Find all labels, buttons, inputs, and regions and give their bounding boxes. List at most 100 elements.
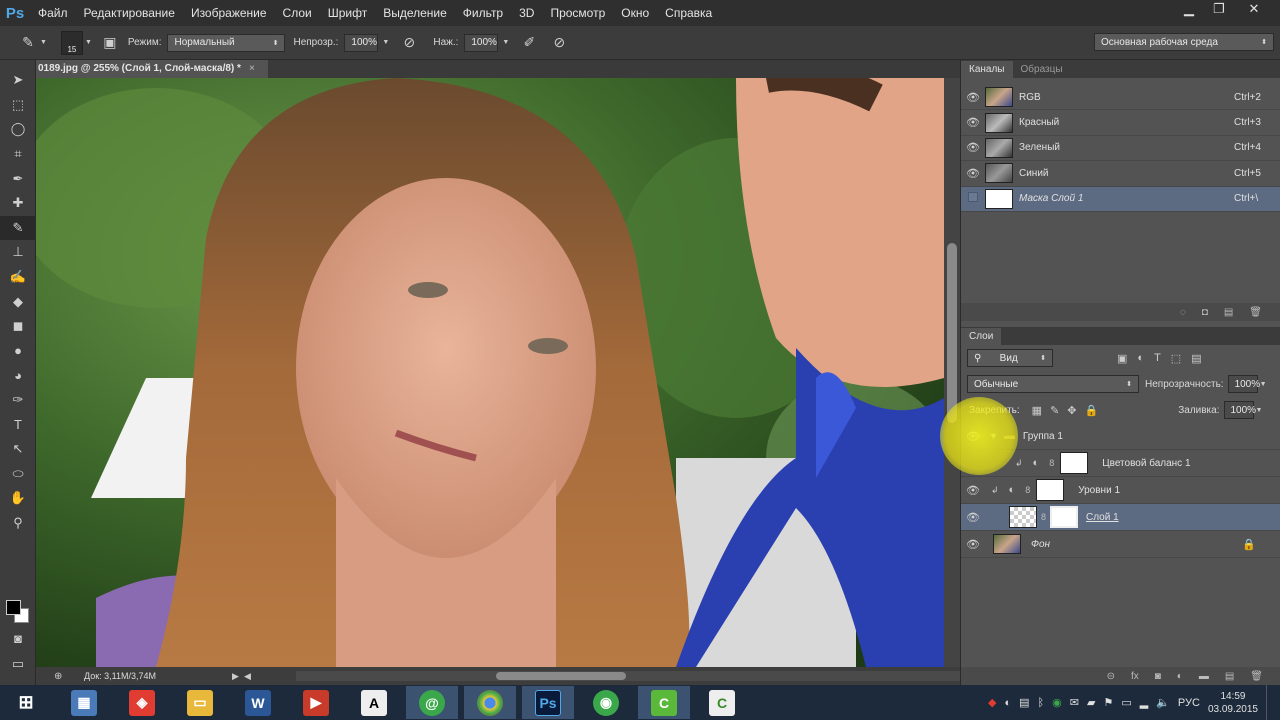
document-canvas[interactable] bbox=[36, 78, 944, 667]
eye-icon[interactable]: 👁 bbox=[961, 484, 985, 497]
taskbar-app[interactable]: ◈ bbox=[116, 686, 168, 719]
menu-file[interactable]: Файл bbox=[30, 0, 76, 26]
taskbar-app[interactable]: A bbox=[348, 686, 400, 719]
eyedropper-tool-icon[interactable]: ✒ bbox=[0, 166, 36, 191]
new-layer-icon[interactable]: ▤ bbox=[1225, 671, 1234, 682]
mode-dropdown[interactable]: Нормальный ⬍ bbox=[167, 33, 286, 52]
restore-button[interactable]: ❐ bbox=[1206, 0, 1232, 18]
fx-icon[interactable]: fx bbox=[1131, 671, 1139, 682]
minimize-button[interactable]: ▁ bbox=[1176, 0, 1202, 18]
pen-tool-icon[interactable]: ✑ bbox=[0, 388, 36, 413]
new-group-icon[interactable]: ▬ bbox=[1199, 671, 1209, 682]
link-icon[interactable]: 8 bbox=[1049, 458, 1054, 468]
tray-app-icon[interactable]: ▰ bbox=[1087, 696, 1095, 709]
tray-app-icon[interactable]: ▤ bbox=[1019, 696, 1029, 709]
menu-view[interactable]: Просмотр bbox=[542, 0, 613, 26]
blur-tool-icon[interactable]: ● bbox=[0, 339, 36, 364]
tray-app-icon[interactable]: ◉ bbox=[1052, 696, 1062, 709]
eye-icon[interactable]: 👁 bbox=[961, 91, 985, 104]
tray-app-icon[interactable]: ◆ bbox=[988, 696, 996, 709]
taskbar-app[interactable]: ▦ bbox=[58, 686, 110, 719]
signal-icon[interactable]: ▂ bbox=[1140, 696, 1148, 709]
tray-app-icon[interactable]: ◐ bbox=[1004, 697, 1011, 709]
link-icon[interactable]: 8 bbox=[1025, 485, 1030, 495]
lasso-tool-icon[interactable]: ◯ bbox=[0, 117, 36, 142]
taskbar-app[interactable]: Ps bbox=[522, 686, 574, 719]
crop-tool-icon[interactable]: ⌗ bbox=[0, 142, 36, 167]
zoom-icon[interactable]: ⊕ bbox=[54, 671, 62, 682]
vertical-scrollbar[interactable] bbox=[944, 78, 960, 667]
flag-icon[interactable]: ⚑ bbox=[1103, 696, 1113, 709]
brush-panel-icon[interactable]: ▣ bbox=[100, 33, 120, 53]
eye-icon[interactable]: 👁 bbox=[961, 511, 985, 524]
chevron-down-icon[interactable]: ▼ bbox=[1260, 381, 1267, 388]
gradient-tool-icon[interactable]: ◼ bbox=[0, 314, 36, 339]
channel-row[interactable]: 👁 Синий Ctrl+5 bbox=[961, 161, 1280, 187]
pressure-input[interactable]: 100% bbox=[464, 33, 499, 52]
clock[interactable]: 14:59 03.09.2015 bbox=[1208, 690, 1258, 716]
link-icon[interactable]: 8 bbox=[1041, 512, 1046, 522]
menu-type[interactable]: Шрифт bbox=[320, 0, 375, 26]
move-tool-icon[interactable]: ➤ bbox=[0, 68, 36, 93]
fill-input[interactable]: 100% bbox=[1223, 401, 1256, 419]
lock-position-icon[interactable]: ✥ bbox=[1067, 404, 1076, 417]
lock-transparent-icon[interactable]: ▦ bbox=[1032, 404, 1042, 417]
trash-icon[interactable]: 🗑 bbox=[1250, 671, 1263, 682]
marquee-tool-icon[interactable]: ⬚ bbox=[0, 93, 36, 118]
battery-icon[interactable]: ▭ bbox=[1121, 696, 1131, 709]
screen-mode-icon[interactable]: ▭ bbox=[0, 652, 36, 677]
trash-icon[interactable]: 🗑 bbox=[1249, 307, 1262, 318]
tab-channels[interactable]: Каналы bbox=[961, 61, 1013, 78]
layer-row[interactable]: 👁 ↲ ◐ 8 Уровни 1 bbox=[961, 477, 1280, 504]
brush-size-picker[interactable]: 15 bbox=[60, 30, 83, 55]
close-button[interactable]: ✕ bbox=[1236, 0, 1272, 18]
eraser-tool-icon[interactable]: ◆ bbox=[0, 289, 36, 314]
menu-select[interactable]: Выделение bbox=[375, 0, 455, 26]
channel-row-selected[interactable]: Маска Слой 1 Ctrl+\ bbox=[961, 186, 1280, 212]
horizontal-scrollbar[interactable] bbox=[296, 671, 980, 681]
menu-image[interactable]: Изображение bbox=[183, 0, 275, 26]
type-filter-icon[interactable]: T bbox=[1154, 352, 1161, 364]
eye-icon[interactable]: 👁 bbox=[961, 141, 985, 154]
airbrush-icon[interactable]: ✐ bbox=[519, 33, 539, 53]
scroll-thumb[interactable] bbox=[947, 243, 957, 423]
eye-icon[interactable]: 👁 bbox=[961, 116, 985, 129]
layer-filter-dropdown[interactable]: ⚲ Вид ⬍ bbox=[967, 349, 1053, 367]
menu-window[interactable]: Окно bbox=[613, 0, 657, 26]
hscroll-thumb[interactable] bbox=[496, 672, 626, 680]
play-icon[interactable]: ▶ bbox=[232, 671, 239, 682]
layer-row[interactable]: 👁 Фон 🔒 bbox=[961, 531, 1280, 558]
layer-row-selected[interactable]: 👁 8 Слой 1 bbox=[961, 504, 1280, 531]
tray-app-icon[interactable]: ✉ bbox=[1070, 696, 1079, 709]
lock-all-icon[interactable]: 🔒 bbox=[1085, 404, 1099, 417]
menu-filter[interactable]: Фильтр bbox=[455, 0, 511, 26]
save-selection-icon[interactable]: ◘ bbox=[1202, 307, 1208, 318]
eye-icon[interactable]: 👁 bbox=[961, 538, 985, 551]
layer-thumbnail[interactable] bbox=[993, 534, 1021, 554]
brush-preset-icon[interactable]: ✎ bbox=[18, 33, 38, 53]
chevron-down-icon[interactable]: ▼ bbox=[382, 39, 389, 46]
chevron-down-icon[interactable]: ▼ bbox=[40, 39, 47, 46]
taskbar-app[interactable]: @ bbox=[406, 686, 458, 719]
taskbar-app[interactable]: C bbox=[696, 686, 748, 719]
volume-icon[interactable]: 🔈 bbox=[1156, 696, 1170, 709]
brush-tool-icon[interactable]: ✎ bbox=[0, 215, 36, 241]
zoom-tool-icon[interactable]: ⚲ bbox=[0, 511, 36, 536]
start-button[interactable]: ⊞ bbox=[0, 686, 52, 719]
mask-thumbnail[interactable] bbox=[1036, 479, 1065, 501]
channel-row[interactable]: 👁 RGB Ctrl+2 bbox=[961, 85, 1280, 111]
tab-layers[interactable]: Слои bbox=[961, 328, 1002, 345]
image-filter-icon[interactable]: ▣ bbox=[1117, 352, 1127, 365]
taskbar-app[interactable]: ◉ bbox=[580, 686, 632, 719]
shape-tool-icon[interactable]: ⬭ bbox=[0, 462, 36, 487]
blend-mode-dropdown[interactable]: Обычные ⬍ bbox=[967, 375, 1139, 393]
bluetooth-icon[interactable]: ᛒ bbox=[1038, 697, 1045, 709]
chevron-down-icon[interactable]: ▼ bbox=[85, 39, 92, 46]
new-channel-icon[interactable]: ▤ bbox=[1224, 307, 1233, 318]
path-select-tool-icon[interactable]: ↖ bbox=[0, 437, 36, 462]
language-indicator[interactable]: РУС bbox=[1178, 697, 1200, 709]
document-tab[interactable]: 0189.jpg @ 255% (Слой 1, Слой-маска/8) *… bbox=[36, 60, 268, 78]
lock-pixels-icon[interactable]: ✎ bbox=[1050, 404, 1059, 417]
taskbar-app[interactable]: ▶ bbox=[290, 686, 342, 719]
history-brush-icon[interactable]: ✍ bbox=[0, 265, 36, 290]
